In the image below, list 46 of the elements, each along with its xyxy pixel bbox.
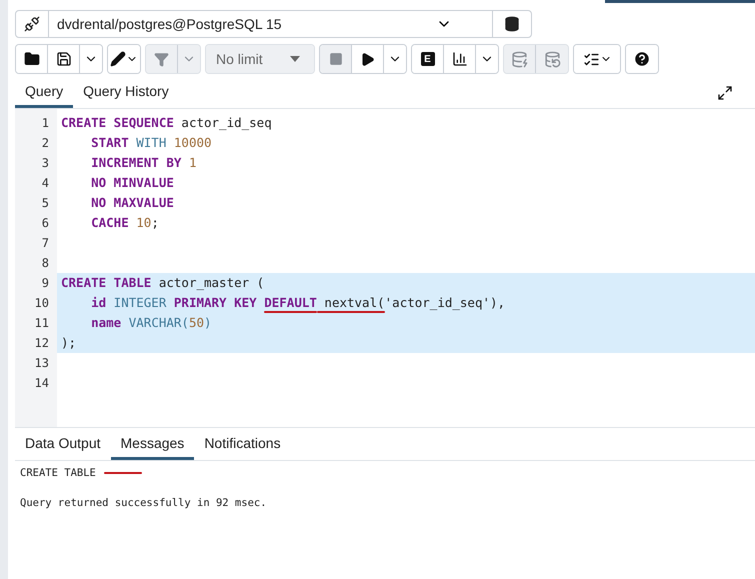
line-number: 13 bbox=[34, 355, 50, 372]
open-file-button[interactable] bbox=[16, 45, 48, 73]
database-undo-icon bbox=[544, 50, 560, 68]
line-number: 1 bbox=[40, 115, 50, 132]
line-number: 5 bbox=[40, 195, 50, 212]
explain-button[interactable]: E bbox=[412, 45, 444, 73]
chart-icon bbox=[452, 51, 468, 67]
database-icon bbox=[504, 16, 520, 32]
caret-icon bbox=[290, 56, 300, 62]
message-text: CREATE TABLE bbox=[20, 467, 96, 479]
code-line: NO MAXVALUE bbox=[90, 194, 175, 212]
line-number: 7 bbox=[40, 235, 50, 252]
help-icon bbox=[633, 50, 651, 68]
line-number: 8 bbox=[40, 255, 50, 272]
stop-icon bbox=[328, 52, 342, 66]
expand-icon[interactable] bbox=[717, 85, 733, 101]
pencil-icon bbox=[110, 51, 126, 67]
output-tab[interactable]: Data Output bbox=[15, 430, 110, 460]
code-line: INCREMENT BY 1 bbox=[90, 154, 198, 172]
line-number: 2 bbox=[40, 135, 50, 152]
edit-button[interactable] bbox=[108, 45, 140, 73]
code-line: START WITH 10000 bbox=[90, 134, 213, 152]
code-line: CREATE SEQUENCE actor_id_seq bbox=[60, 114, 273, 132]
save-icon bbox=[56, 51, 72, 67]
code-line: CACHE 10; bbox=[90, 214, 160, 232]
plug-icon bbox=[24, 16, 40, 32]
line-number: 11 bbox=[34, 315, 50, 332]
output-tab[interactable]: Notifications bbox=[194, 430, 291, 460]
play-icon bbox=[360, 52, 375, 66]
line-number: 3 bbox=[40, 155, 50, 172]
line-number: 12 bbox=[34, 335, 50, 352]
line-number: 10 bbox=[34, 295, 50, 312]
output-tab[interactable]: Messages bbox=[110, 430, 194, 460]
folder-icon bbox=[24, 51, 40, 67]
line-number: 4 bbox=[40, 175, 50, 192]
editor-tab[interactable]: Query History bbox=[73, 78, 179, 108]
line-number: 6 bbox=[40, 215, 50, 232]
filter-icon bbox=[154, 52, 169, 66]
macros-button[interactable] bbox=[574, 45, 620, 73]
connection-selector[interactable]: dvdrental/postgres@PostgreSQL 15 bbox=[15, 10, 532, 38]
code-line: NO MINVALUE bbox=[90, 174, 175, 192]
connection-label: dvdrental/postgres@PostgreSQL 15 bbox=[56, 16, 283, 32]
message-text: Query returned successfully in 92 msec. bbox=[20, 497, 267, 509]
line-number: 9 bbox=[40, 275, 50, 292]
line-number: 14 bbox=[34, 375, 50, 392]
help-button[interactable] bbox=[626, 45, 658, 73]
